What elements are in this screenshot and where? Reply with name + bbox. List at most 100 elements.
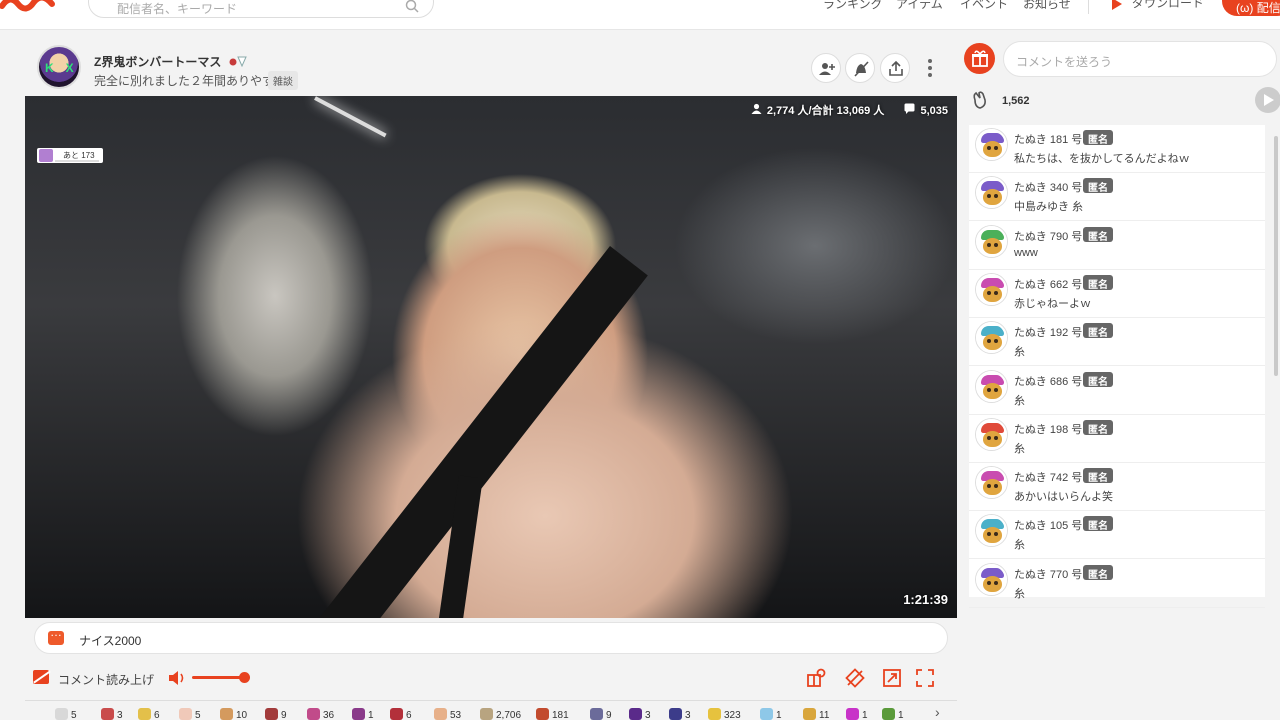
gift-item[interactable]: 10 (220, 708, 247, 720)
chevron-right-icon[interactable]: › (935, 704, 940, 720)
gift-button[interactable] (964, 43, 995, 74)
search-placeholder: 配信者名、キーワード (117, 2, 238, 16)
gift-item[interactable]: 6 (138, 708, 160, 720)
tts-toggle-icon[interactable] (33, 670, 49, 684)
chat-username[interactable]: たぬき 742 号 (1014, 469, 1082, 485)
gift-item[interactable]: 11 (803, 708, 829, 720)
chat-message[interactable]: たぬき 198 号匿名糸 (969, 415, 1265, 463)
chat-username[interactable]: たぬき 340 号 (1014, 179, 1082, 195)
gift-count: 3 (645, 710, 651, 720)
nav-items[interactable]: アイテム (896, 0, 943, 12)
fullscreen-icon[interactable] (915, 668, 935, 688)
nav-news[interactable]: お知らせ (1023, 0, 1071, 12)
chat-avatar[interactable] (976, 273, 1007, 305)
chat-message[interactable]: たぬき 742 号匿名 あかいはいらんよ笑 (969, 463, 1265, 512)
follow-button[interactable] (811, 53, 841, 83)
more-menu-icon[interactable] (923, 57, 937, 79)
gift-item[interactable]: 9 (265, 708, 287, 720)
gift-item[interactable]: 1 (352, 708, 374, 720)
chat-username[interactable]: たぬき 105 号 (1014, 517, 1082, 533)
streamer-name[interactable]: Z界鬼ボンバートーマス (94, 53, 247, 70)
chat-avatar[interactable] (976, 563, 1007, 595)
rotate-icon[interactable] (845, 668, 865, 688)
chat-message[interactable]: たぬき 662 号匿名 赤じゃねーよｗ (969, 270, 1265, 318)
chat-message[interactable]: たぬき 105 号匿名糸 (969, 511, 1265, 560)
gift-item[interactable]: 323 (708, 708, 741, 720)
volume-icon[interactable] (167, 670, 187, 686)
chat-avatar[interactable] (976, 129, 1007, 160)
gift-icon (669, 708, 682, 720)
gift-item[interactable]: 3 (669, 708, 691, 720)
chat-username[interactable]: たぬき 686 号 (1014, 373, 1082, 389)
gift-item[interactable]: 3 (629, 708, 651, 720)
gift-item[interactable]: 5 (55, 708, 77, 720)
chat-scrollbar[interactable] (1274, 136, 1278, 376)
gift-count: 36 (323, 710, 335, 720)
chat-username[interactable]: たぬき 770 号 (1014, 566, 1082, 582)
gift-item[interactable]: 9 (590, 708, 612, 720)
rank-badge[interactable]: あと 173 (37, 148, 103, 163)
chat-avatar[interactable] (976, 322, 1007, 354)
share-button[interactable] (880, 53, 910, 83)
chat-username[interactable]: たぬき 790 号 (1014, 228, 1082, 244)
chat-message[interactable]: たぬき 770 号匿名糸 (969, 560, 1265, 608)
gift-item[interactable]: 53 (434, 708, 461, 720)
gift-item[interactable]: 1 (760, 708, 782, 720)
chat-message[interactable]: たぬき 340 号匿名 中島みゆき 糸 (969, 173, 1265, 222)
gift-item[interactable]: 5 (179, 708, 201, 720)
go-live-button[interactable]: (ω) 配信 (1222, 0, 1280, 16)
gift-count: 10 (236, 710, 248, 720)
chat-message-list[interactable]: たぬき 181 号匿名 私たちは、を抜かしてるんだよねｗ たぬき 340 号匿名 中島… (969, 125, 1265, 608)
category-badge[interactable]: 雑談 (268, 71, 298, 90)
chat-avatar[interactable] (976, 370, 1007, 402)
volume-slider-handle[interactable] (239, 672, 250, 683)
nav-events[interactable]: イベント (960, 0, 1008, 12)
tts-label[interactable]: コメント読み上げ (58, 671, 154, 688)
gift-icon (629, 708, 642, 720)
chat-avatar[interactable] (976, 225, 1007, 257)
gift-icon (307, 708, 320, 720)
clap-count: 1,562 (1002, 95, 1030, 107)
mute-notifications-button[interactable] (845, 53, 875, 83)
gift-item[interactable]: 36 (307, 708, 334, 720)
gift-icon (972, 50, 988, 67)
gift-settings-icon[interactable] (806, 668, 826, 688)
chat-username[interactable]: たぬき 198 号 (1014, 421, 1082, 437)
chat-message[interactable]: たぬき 192 号匿名糸 (969, 318, 1265, 367)
chat-message[interactable]: たぬき 790 号匿名 www (969, 222, 1265, 270)
gift-item[interactable]: 3 (101, 708, 123, 720)
header-divider (1088, 0, 1089, 14)
gift-item[interactable]: 181 (536, 708, 569, 720)
chat-username[interactable]: たぬき 662 号 (1014, 276, 1082, 292)
gift-icon (708, 708, 721, 720)
chat-avatar[interactable] (976, 177, 1007, 209)
send-button[interactable] (1255, 87, 1280, 113)
chat-input[interactable]: コメントを送ろう (1003, 41, 1277, 77)
chat-message[interactable]: たぬき 686 号匿名糸 (969, 367, 1265, 415)
gift-item[interactable]: 1 (846, 708, 868, 720)
site-logo[interactable] (0, 0, 60, 20)
video-player[interactable]: 2,774 人/合計 13,069 人 5,035 あと 173 1:21:39 (25, 96, 957, 618)
gift-count: 181 (552, 710, 569, 720)
gift-item[interactable]: 6 (390, 708, 412, 720)
chat-avatar[interactable] (976, 467, 1007, 499)
chat-avatar[interactable] (976, 515, 1007, 547)
clap-icon[interactable] (970, 90, 990, 110)
theater-mode-icon[interactable] (882, 668, 902, 688)
volume-slider[interactable] (192, 676, 246, 679)
top-header: 配信者名、キーワード ランキング アイテム イベント お知らせ ダウンロード (… (0, 0, 1280, 30)
nav-ranking[interactable]: ランキング (823, 0, 883, 12)
streamer-avatar[interactable]: KX (37, 45, 81, 89)
search-input[interactable]: 配信者名、キーワード (88, 0, 434, 18)
gift-item[interactable]: 2,706 (480, 708, 521, 720)
gift-icon (882, 708, 895, 720)
download-link[interactable]: ダウンロード (1112, 0, 1204, 11)
go-live-label: (ω) 配信 (1236, 1, 1280, 15)
chat-username[interactable]: たぬき 192 号 (1014, 324, 1082, 340)
rank-avatar (39, 149, 53, 162)
gift-item[interactable]: 1 (882, 708, 904, 720)
search-icon[interactable] (405, 0, 419, 13)
chat-username[interactable]: たぬき 181 号 (1014, 131, 1082, 147)
chat-avatar[interactable] (976, 418, 1007, 450)
chat-message[interactable]: たぬき 181 号匿名 私たちは、を抜かしてるんだよねｗ (969, 125, 1265, 173)
